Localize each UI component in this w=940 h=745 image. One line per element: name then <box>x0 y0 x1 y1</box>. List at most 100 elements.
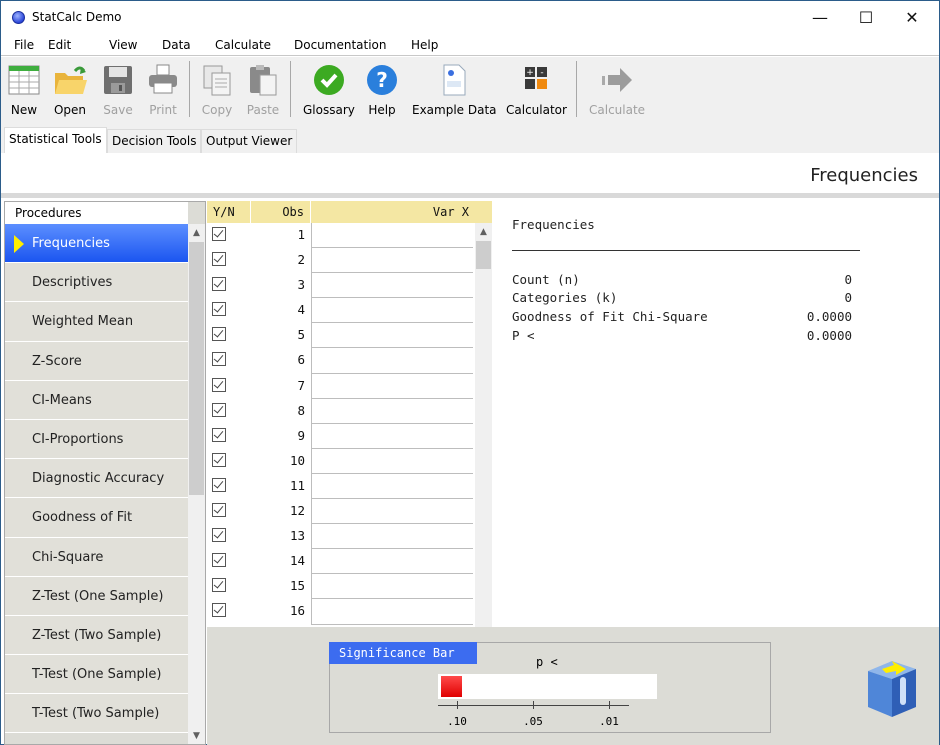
open-button[interactable]: Open <box>53 61 87 123</box>
procedure-item[interactable]: CI-Proportions <box>5 419 188 460</box>
procedures-scrollbar[interactable]: ▲ ▼ <box>188 224 205 744</box>
include-checkbox[interactable] <box>212 603 226 618</box>
scroll-down-icon[interactable]: ▼ <box>188 727 205 744</box>
procedure-item[interactable]: Z-Test (One Sample) <box>5 576 188 616</box>
maximize-button[interactable]: ☐ <box>843 1 889 33</box>
var-x-cell[interactable] <box>311 223 473 249</box>
scrollbar-thumb[interactable] <box>189 242 204 495</box>
procedure-item[interactable]: Chi-Square <box>5 537 188 577</box>
var-x-cell[interactable] <box>311 499 473 525</box>
menu-edit[interactable]: Edit <box>48 38 71 52</box>
procedure-item[interactable]: T-Test (Two Sample) <box>5 694 188 734</box>
include-checkbox[interactable] <box>212 252 226 267</box>
obs-number: 6 <box>297 352 305 368</box>
save-button[interactable]: Save <box>101 61 135 123</box>
procedure-item[interactable]: Diagnostic Accuracy <box>5 459 188 499</box>
include-checkbox[interactable] <box>212 277 226 292</box>
tab-statistical-tools[interactable]: Statistical Tools <box>4 127 107 153</box>
var-x-cell[interactable] <box>311 574 473 600</box>
table-row: 4 <box>207 298 475 324</box>
include-checkbox[interactable] <box>212 553 226 568</box>
calculator-button[interactable]: + - Calculator <box>506 61 567 123</box>
var-x-cell[interactable] <box>311 323 473 349</box>
significance-p-label: p < <box>536 655 558 669</box>
procedure-item[interactable]: Goodness of Fit <box>5 498 188 538</box>
calculate-button[interactable]: Calculate <box>589 61 645 123</box>
include-checkbox[interactable] <box>212 578 226 593</box>
procedure-item[interactable]: Descriptives <box>5 263 188 303</box>
column-header-yn: Y/N <box>213 201 251 223</box>
menu-data[interactable]: Data <box>162 38 191 52</box>
var-x-cell[interactable] <box>311 298 473 324</box>
include-checkbox[interactable] <box>212 352 226 367</box>
column-header-var-x[interactable]: Var X <box>311 201 473 223</box>
menu-calculate[interactable]: Calculate <box>215 38 271 52</box>
include-checkbox[interactable] <box>212 227 226 241</box>
new-button[interactable]: New <box>7 61 41 123</box>
procedure-item[interactable]: CI-Means <box>5 380 188 420</box>
procedure-item[interactable]: Z-Score <box>5 341 188 381</box>
var-x-cell[interactable] <box>311 599 473 625</box>
selected-arrow-icon <box>14 235 24 253</box>
app-logo-icon <box>12 11 25 24</box>
procedure-item[interactable]: Z-Test (Two Sample) <box>5 615 188 656</box>
var-x-cell[interactable] <box>311 398 473 424</box>
var-x-cell[interactable] <box>311 524 473 550</box>
include-checkbox[interactable] <box>212 327 226 342</box>
glossary-button[interactable]: Glossary <box>303 61 355 123</box>
obs-number: 2 <box>297 252 305 268</box>
table-row: 13 <box>207 524 475 550</box>
include-checkbox[interactable] <box>212 402 226 417</box>
copy-icon <box>200 63 234 99</box>
var-x-cell[interactable] <box>311 549 473 575</box>
var-x-cell[interactable] <box>311 423 473 449</box>
copy-button[interactable]: Copy <box>200 61 234 123</box>
include-checkbox[interactable] <box>212 302 226 317</box>
var-x-cell[interactable] <box>311 373 473 399</box>
procedure-label: Z-Test (One Sample) <box>32 588 164 604</box>
help-button[interactable]: ? Help <box>365 61 399 123</box>
paste-button[interactable]: Paste <box>246 61 280 123</box>
procedure-item[interactable]: Frequencies <box>5 224 188 264</box>
include-checkbox[interactable] <box>212 427 226 442</box>
var-x-cell[interactable] <box>311 348 473 374</box>
var-x-cell[interactable] <box>311 448 473 474</box>
include-checkbox[interactable] <box>212 477 226 492</box>
menu-help[interactable]: Help <box>411 38 438 52</box>
obs-number: 14 <box>289 553 305 569</box>
include-checkbox[interactable] <box>212 503 226 518</box>
procedure-label: T-Test (One Sample) <box>32 667 162 683</box>
minimize-button[interactable]: — <box>797 1 843 33</box>
procedure-item[interactable]: T-Test (One Sample) <box>5 655 188 695</box>
include-checkbox[interactable] <box>212 528 226 543</box>
example-data-button[interactable]: Example Data <box>412 61 497 123</box>
obs-number: 5 <box>297 327 305 343</box>
significance-bar-title: Significance Bar <box>329 642 477 664</box>
scroll-up-icon[interactable]: ▲ <box>188 224 205 241</box>
var-x-cell[interactable] <box>311 248 473 274</box>
var-x-cell[interactable] <box>311 473 473 500</box>
include-checkbox[interactable] <box>212 377 226 392</box>
arrow-right-icon <box>600 63 634 99</box>
close-button[interactable]: ✕ <box>889 1 935 33</box>
table-row: 11 <box>207 473 475 500</box>
tab-output-viewer[interactable]: Output Viewer <box>201 129 298 153</box>
procedure-item[interactable]: Weighted Mean <box>5 302 188 342</box>
toolbar-separator <box>189 61 190 117</box>
grid-scrollbar[interactable]: ▲ <box>475 223 492 627</box>
menu-file[interactable]: File <box>14 38 34 52</box>
data-grid: Y/N Obs Var X 1 2 3 4 5 6 7 8 9 10 11 12 13 14 15 16 ▲ <box>207 201 492 627</box>
tab-decision-tools[interactable]: Decision Tools <box>107 129 202 153</box>
scroll-up-icon[interactable]: ▲ <box>475 223 492 240</box>
var-x-cell[interactable] <box>311 273 473 299</box>
menu-documentation[interactable]: Documentation <box>294 38 387 52</box>
obs-number: 15 <box>289 578 305 594</box>
table-row: 15 <box>207 574 475 600</box>
include-checkbox[interactable] <box>212 452 226 467</box>
menu-view[interactable]: View <box>109 38 137 52</box>
procedures-list: Frequencies Descriptives Weighted Mean Z-Sc… <box>5 224 188 734</box>
print-button[interactable]: Print <box>146 61 180 123</box>
page-title: Frequencies <box>810 165 918 186</box>
scrollbar-thumb[interactable] <box>476 241 491 269</box>
procedure-label: Frequencies <box>32 236 110 251</box>
